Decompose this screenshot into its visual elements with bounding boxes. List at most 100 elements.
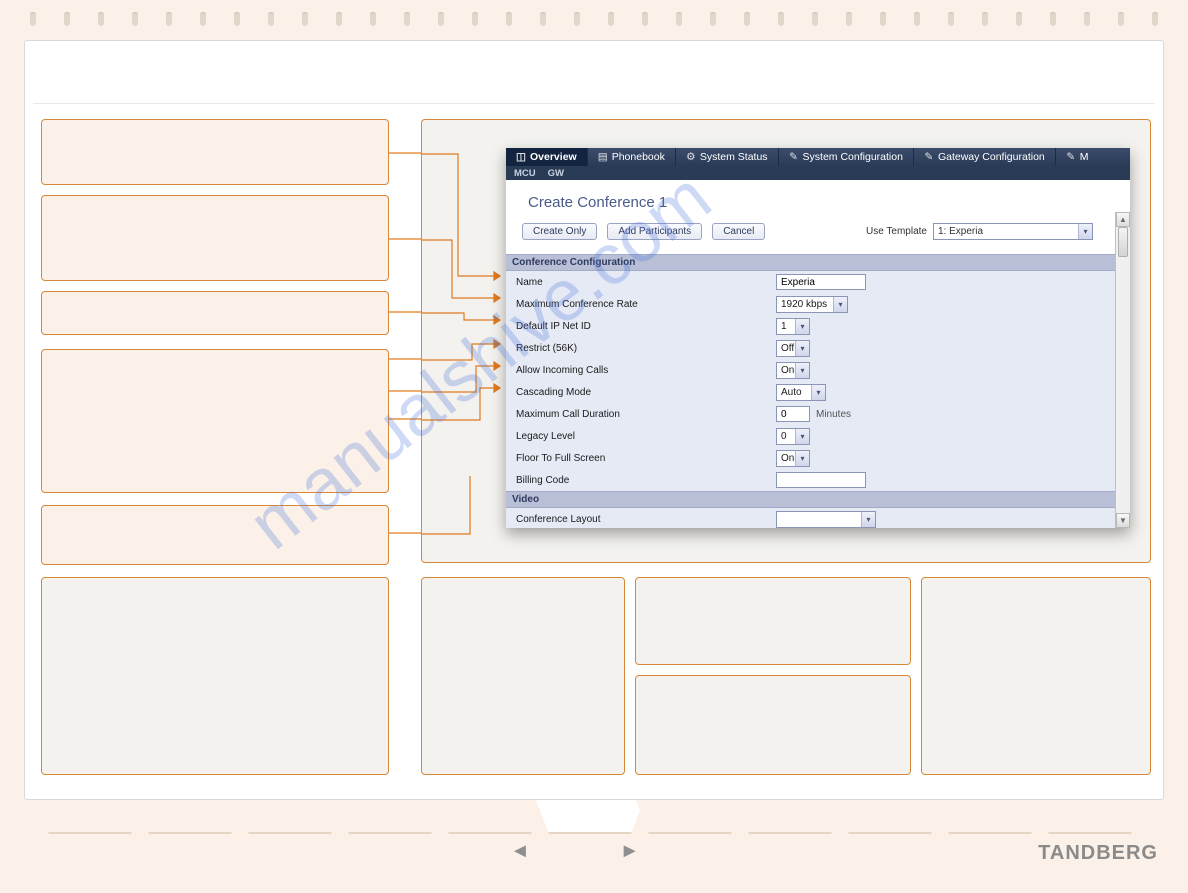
use-template-label: Use Template [866,226,927,237]
add-participants-button[interactable]: Add Participants [607,223,702,240]
tab-label: Phonebook [612,151,665,163]
cancel-button[interactable]: Cancel [712,223,765,240]
video-fields: Conference Layout ▾ [506,508,1115,528]
tab-system-configuration[interactable]: ✎ System Configuration [779,148,914,166]
page-title: Create Conference 1 [506,180,1115,223]
field-label: Restrict (56K) [516,343,776,354]
form-content: Create Conference 1 Create Only Add Part… [506,180,1115,528]
field-billing-code: Billing Code [506,469,1115,491]
use-template-select[interactable]: 1: Experia ▾ [933,223,1093,240]
tab-truncated[interactable]: ✎ M [1056,148,1099,166]
chevron-down-icon: ▾ [795,451,809,466]
spiral-binding [30,12,1158,26]
field-label: Floor To Full Screen [516,453,776,464]
brand-logo: TANDBERG [1038,842,1158,865]
chevron-down-icon: ▾ [861,512,875,527]
tab-system-status[interactable]: ⚙ System Status [676,148,779,166]
annotation-card-3 [41,291,389,335]
field-label: Legacy Level [516,431,776,442]
ip-net-id-select[interactable]: 1 ▾ [776,318,810,335]
screenshot-panel: ◫ Overview ▤ Phonebook ⚙ System Status ✎… [421,119,1151,563]
tab-label: System Configuration [803,151,903,163]
create-only-button[interactable]: Create Only [522,223,597,240]
annotation-card-5 [41,505,389,565]
chevron-down-icon: ▾ [795,319,809,334]
scroll-up-icon[interactable]: ▲ [1116,212,1130,227]
next-page-icon[interactable]: ► [620,840,640,863]
chapter-tab[interactable] [336,800,444,834]
chevron-down-icon: ▾ [795,341,809,356]
field-max-conference-rate: Maximum Conference Rate 1920 kbps ▾ [506,293,1115,315]
section-header-video: Video [506,491,1115,508]
select-value: Auto [781,387,811,398]
field-max-call-duration: Maximum Call Duration Minutes [506,403,1115,425]
field-label: Allow Incoming Calls [516,365,776,376]
select-value: 1920 kbps [781,299,833,310]
gear-icon: ⚙ [686,152,696,162]
subnav-gw[interactable]: GW [548,168,564,179]
allow-incoming-select[interactable]: On ▾ [776,362,810,379]
use-template-block: Use Template 1: Experia ▾ [866,223,1093,240]
subnav-mcu[interactable]: MCU [514,168,536,179]
select-value: 0 [781,431,795,442]
tab-overview[interactable]: ◫ Overview [506,148,588,166]
chapter-tab[interactable] [936,800,1044,834]
chapter-tab-active[interactable] [536,800,644,834]
chapter-tab[interactable] [836,800,944,834]
tab-phonebook[interactable]: ▤ Phonebook [588,148,676,166]
chapter-tab[interactable] [236,800,344,834]
max-call-duration-input[interactable] [776,406,810,422]
tab-label: System Status [700,151,768,163]
chevron-down-icon: ▾ [811,385,825,400]
manual-page: ◫ Overview ▤ Phonebook ⚙ System Status ✎… [24,40,1164,800]
tab-label: Overview [530,151,577,163]
section-header-conference-config: Conference Configuration [506,254,1115,271]
bottom-panel-3a [635,577,911,665]
conference-layout-select[interactable]: ▾ [776,511,876,528]
app-body: Create Conference 1 Create Only Add Part… [506,180,1130,528]
field-floor-to-fullscreen: Floor To Full Screen On ▾ [506,447,1115,469]
bottom-panel-2 [421,577,625,775]
unit-label: Minutes [816,409,851,420]
briefcase-icon: ◫ [516,152,526,162]
secondary-nav: MCU GW [506,166,1130,180]
select-value: On [781,365,795,376]
page-nav-arrows: ◄ ► [510,840,640,863]
scroll-down-icon[interactable]: ▼ [1116,513,1130,528]
select-value: 1 [781,321,795,332]
restrict-56k-select[interactable]: Off ▾ [776,340,810,357]
field-label: Default IP Net ID [516,321,776,332]
annotation-card-4 [41,349,389,493]
chapter-tab[interactable] [1036,800,1144,834]
chapter-tab[interactable] [136,800,244,834]
legacy-level-select[interactable]: 0 ▾ [776,428,810,445]
field-label: Conference Layout [516,514,776,525]
name-input[interactable] [776,274,866,290]
chapter-tab[interactable] [36,800,144,834]
field-label: Maximum Call Duration [516,409,776,420]
select-value: On [781,453,795,464]
primary-nav-tabs: ◫ Overview ▤ Phonebook ⚙ System Status ✎… [506,148,1130,166]
action-row: Create Only Add Participants Cancel Use … [506,223,1115,254]
annotation-card-2 [41,195,389,281]
conference-config-fields: Name Maximum Conference Rate 1920 kbps ▾ [506,271,1115,491]
bottom-panel-3b [635,675,911,775]
chevron-down-icon: ▾ [1078,224,1092,239]
chapter-tab[interactable] [636,800,744,834]
field-label: Billing Code [516,475,776,486]
select-value: 1: Experia [938,226,1078,237]
cascading-mode-select[interactable]: Auto ▾ [776,384,826,401]
vertical-scrollbar[interactable]: ▲ ▼ [1115,212,1130,528]
max-rate-select[interactable]: 1920 kbps ▾ [776,296,848,313]
field-label: Name [516,277,776,288]
field-cascading-mode: Cascading Mode Auto ▾ [506,381,1115,403]
scroll-thumb[interactable] [1118,227,1128,257]
chevron-down-icon: ▾ [833,297,847,312]
prev-page-icon[interactable]: ◄ [510,840,530,863]
chapter-tab[interactable] [736,800,844,834]
chapter-tab[interactable] [436,800,544,834]
floor-fullscreen-select[interactable]: On ▾ [776,450,810,467]
tab-gateway-configuration[interactable]: ✎ Gateway Configuration [914,148,1056,166]
wrench-icon: ✎ [789,152,799,162]
billing-code-input[interactable] [776,472,866,488]
